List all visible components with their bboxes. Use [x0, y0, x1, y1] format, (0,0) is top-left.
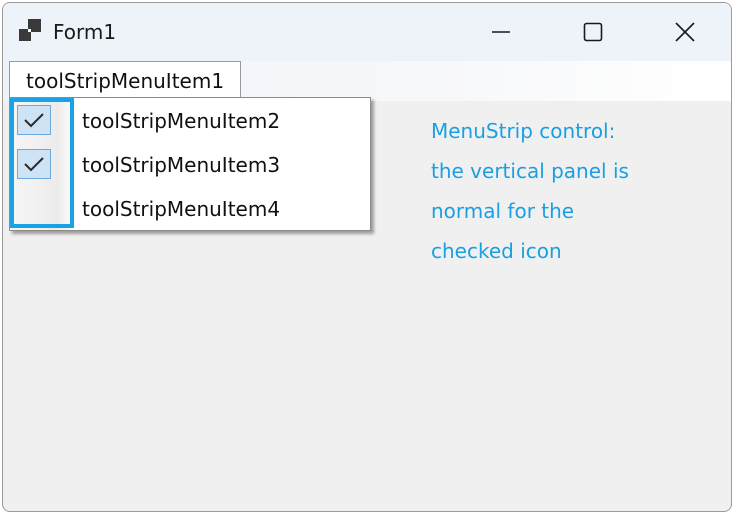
annotation-line: MenuStrip control:: [431, 119, 616, 143]
annotation-text: MenuStrip control: the vertical panel is…: [431, 111, 711, 271]
title-bar[interactable]: Form1: [3, 3, 731, 61]
menu-item-toolstripmenuitem4[interactable]: toolStripMenuItem4: [10, 186, 370, 230]
menu-item-label: toolStripMenuItem4: [82, 197, 281, 221]
menu-item-label: toolStripMenuItem2: [82, 109, 281, 133]
maximize-icon: [583, 22, 603, 42]
menu-item-toolstripmenuitem3[interactable]: toolStripMenuItem3: [10, 142, 370, 186]
close-button[interactable]: [639, 3, 731, 61]
minimize-icon: [492, 31, 510, 33]
checkmark-icon: [24, 157, 44, 172]
check-indicator: [17, 149, 51, 179]
annotation-line: normal for the: [431, 199, 575, 223]
maximize-button[interactable]: [547, 3, 639, 61]
check-indicator: [17, 105, 51, 135]
window-title: Form1: [53, 20, 117, 44]
menu-item-toolstripmenuitem1[interactable]: toolStripMenuItem1: [9, 61, 242, 97]
checkmark-icon: [24, 113, 44, 128]
close-icon: [675, 22, 695, 42]
form-app-icon: [19, 19, 41, 41]
dropdown-menu: toolStripMenuItem2 toolStripMenuItem3 to…: [9, 97, 371, 231]
menu-item-toolstripmenuitem2[interactable]: toolStripMenuItem2: [10, 98, 370, 142]
minimize-button[interactable]: [455, 3, 547, 61]
annotation-line: the vertical panel is: [431, 159, 629, 183]
form-window: Form1 toolStripMenuItem1 toolStripMenuIt…: [2, 2, 732, 512]
menu-item-label: toolStripMenuItem3: [82, 153, 281, 177]
menu-strip: toolStripMenuItem1: [3, 61, 731, 101]
annotation-line: checked icon: [431, 239, 562, 263]
